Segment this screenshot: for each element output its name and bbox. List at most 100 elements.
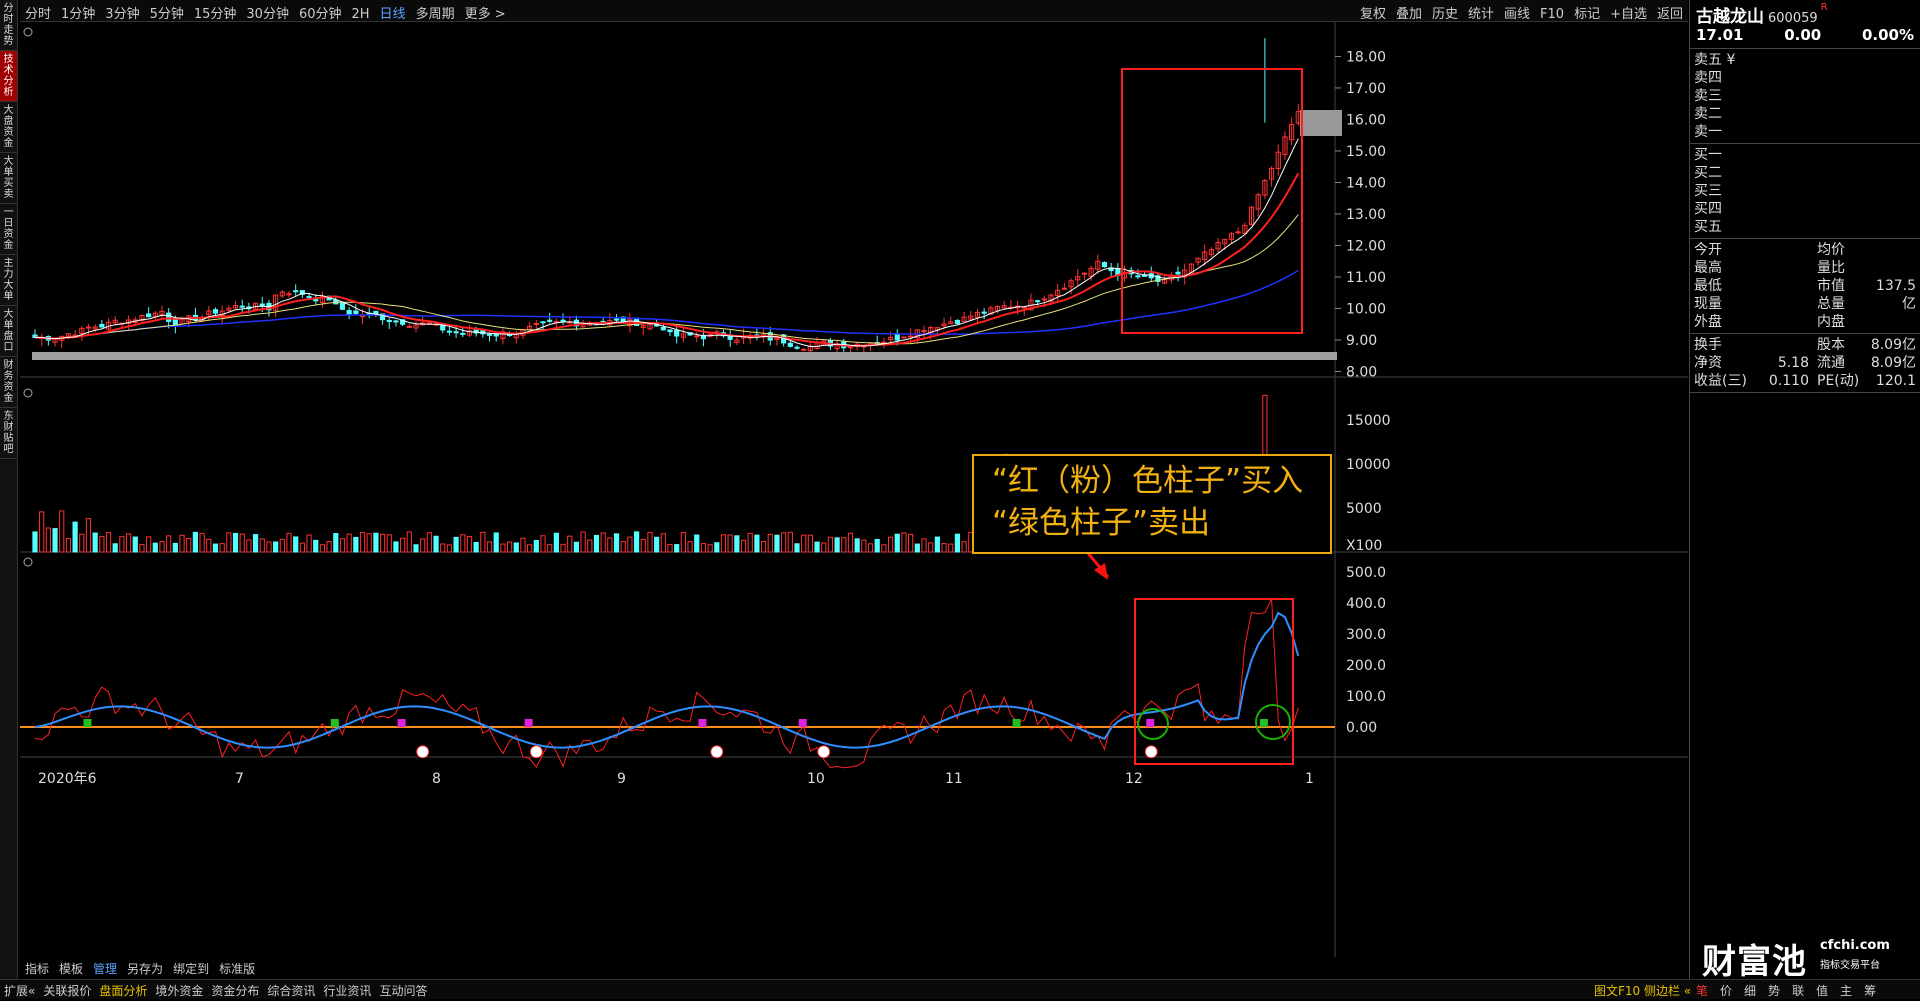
panel1-gear-icon	[23, 27, 33, 37]
volume-bar	[847, 532, 854, 553]
volume-bar	[954, 533, 961, 553]
volume-bar	[520, 537, 526, 553]
quote-tab-0[interactable]: 笔	[1690, 980, 1714, 1001]
x-axis-label: 8	[432, 771, 441, 787]
quote-tab-3[interactable]: 势	[1762, 980, 1786, 1001]
quote-tab-5[interactable]: 值	[1810, 980, 1834, 1001]
volume-bar	[727, 534, 733, 553]
volume-bar	[59, 510, 65, 553]
order-row: 买四	[1690, 200, 1920, 218]
order-label: 卖四	[1694, 70, 1722, 86]
volume-bar	[386, 534, 392, 553]
indicator-tool-5[interactable]: 标准版	[214, 958, 260, 979]
volume-bar	[212, 543, 219, 553]
panel2-gear-icon	[23, 388, 33, 398]
volume-bar	[908, 533, 914, 553]
stat-cell: 137.5亿	[1875, 278, 1916, 312]
volume-bar	[921, 538, 927, 553]
left-tab-3[interactable]: 大单买卖	[0, 153, 17, 204]
price-marker-box	[1300, 110, 1342, 136]
status-item-3[interactable]: 境外资金	[151, 980, 207, 1001]
logo-site: cfchi.com	[1820, 938, 1890, 953]
stat-cell: 股本	[1817, 337, 1845, 353]
volume-bar	[500, 543, 506, 553]
volume-bar	[493, 532, 499, 553]
status-item-7[interactable]: 互动问答	[375, 980, 431, 1001]
volume-bar	[567, 535, 573, 553]
status-item-0[interactable]: 扩展«	[0, 980, 39, 1001]
candle-body	[1081, 272, 1088, 275]
left-tab-4[interactable]: 一日资金	[0, 204, 17, 255]
signal-block	[524, 719, 533, 727]
candle-body	[339, 302, 346, 310]
x-axis-label: 12	[1125, 771, 1143, 787]
stat-cell: 现量	[1694, 296, 1722, 312]
volume-bar	[948, 543, 954, 553]
candle-body	[212, 309, 219, 314]
candle-body	[353, 310, 359, 314]
left-tab-5[interactable]: 主力大单	[0, 255, 17, 306]
left-tab-7[interactable]: 财务资金	[0, 357, 17, 408]
volume-bar	[239, 533, 245, 553]
status-item-1[interactable]: 关联报价	[39, 980, 95, 1001]
left-tab-8[interactable]: 东财贴吧	[0, 408, 17, 459]
stat-cell	[1754, 259, 1809, 277]
volume-bar	[179, 534, 185, 553]
volume-bar	[807, 534, 813, 553]
candle-body	[894, 334, 900, 341]
price-range-bar	[32, 352, 1337, 360]
volume-bar	[881, 544, 887, 553]
volume-bar	[353, 536, 359, 553]
volume-bar	[714, 542, 720, 553]
candle-body	[293, 290, 299, 293]
candle-body	[406, 325, 412, 328]
indicator-tool-4[interactable]: 绑定到	[168, 958, 214, 979]
volume-bar	[480, 531, 486, 553]
stat-cell	[1754, 336, 1809, 354]
quote-tab-6[interactable]: 主	[1834, 980, 1858, 1001]
volume-bar	[814, 541, 820, 553]
volume-bar	[65, 538, 72, 553]
ind-tick: 300.0	[1346, 627, 1386, 643]
candle-body	[393, 320, 399, 323]
volume-bar	[801, 534, 807, 553]
status-item-5[interactable]: 综合资讯	[263, 980, 319, 1001]
volume-bar	[406, 531, 412, 553]
left-tab-2[interactable]: 大盘资金	[0, 102, 17, 153]
volume-bar	[720, 534, 727, 553]
volume-bar	[339, 538, 346, 553]
volume-bar	[781, 532, 787, 553]
indicator-tool-2[interactable]: 管理	[88, 958, 122, 979]
candle-body	[386, 319, 392, 323]
order-label: 买四	[1694, 201, 1722, 217]
volume-bar	[687, 541, 693, 553]
stat-cell	[1864, 241, 1916, 259]
candle-body	[1135, 275, 1141, 278]
f10-sidebar-link[interactable]: 图文F10 侧边栏 «	[1590, 980, 1695, 1001]
left-tab-1[interactable]: 技术分析	[0, 51, 17, 102]
candle-body	[346, 310, 352, 315]
indicator-tool-0[interactable]: 指标	[20, 958, 54, 979]
volume-bar	[379, 533, 386, 553]
left-tab-6[interactable]: 大单盘口	[0, 306, 17, 357]
volume-bar	[466, 536, 473, 553]
kline-chart-svg[interactable]: 18.0017.0016.0015.0014.0013.0012.0011.00…	[20, 22, 1688, 977]
stat-cell: 外盘	[1694, 314, 1722, 330]
status-item-2[interactable]: 盘面分析	[95, 980, 151, 1001]
quote-tab-2[interactable]: 细	[1738, 980, 1762, 1001]
status-item-6[interactable]: 行业资讯	[319, 980, 375, 1001]
quote-tab-4[interactable]: 联	[1786, 980, 1810, 1001]
status-item-4[interactable]: 资金分布	[207, 980, 263, 1001]
chart-area[interactable]: 18.00 17.00 16.00 15.00 14.00 13.00 12.00 11.00…	[20, 22, 1688, 977]
volume-bar	[660, 533, 666, 553]
candle-body	[85, 326, 92, 329]
volume-bar	[627, 536, 633, 553]
volume-bar	[754, 534, 760, 553]
volume-bar	[694, 534, 700, 553]
left-tab-0[interactable]: 分时走势	[0, 0, 17, 51]
quote-tab-1[interactable]: 价	[1714, 980, 1738, 1001]
indicator-tool-3[interactable]: 另存为	[122, 958, 168, 979]
quote-tab-7[interactable]: 筹	[1858, 980, 1882, 1001]
indicator-tool-1[interactable]: 模板	[54, 958, 88, 979]
volume-bar	[740, 539, 747, 553]
